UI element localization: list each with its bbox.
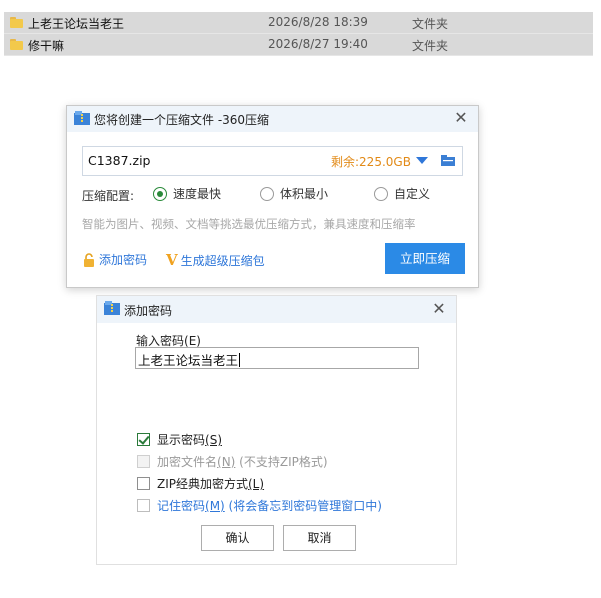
file-name: 修干嘛 (28, 39, 65, 53)
text-caret (239, 353, 241, 367)
archive-app-icon (104, 301, 120, 315)
checkbox-box[interactable] (137, 433, 150, 446)
radio-label: 体积最小 (280, 187, 329, 201)
confirm-button[interactable]: 确认 (201, 525, 274, 551)
compress-dialog-titlebar[interactable]: 您将创建一个压缩文件 -360压缩 ✕ (67, 106, 478, 132)
radio-smallest[interactable]: 体积最小 (260, 185, 328, 202)
folder-browse-icon[interactable] (441, 154, 455, 166)
file-list: 上老王论坛当老王 2026/8/28 18:39 文件夹 修干嘛 2026/8/… (4, 12, 593, 56)
super-compress-label[interactable]: 生成超级压缩包 (181, 252, 265, 269)
compress-now-button[interactable]: 立即压缩 (385, 243, 465, 274)
encrypt-filename-checkbox: 加密文件名(N) (不支持ZIP格式) (137, 453, 328, 470)
archive-filename[interactable]: C1387.zip (88, 153, 150, 168)
vip-icon: V (166, 251, 178, 269)
file-date: 2026/8/27 19:40 (268, 37, 368, 51)
folder-icon (10, 39, 23, 50)
radio-fastest[interactable]: 速度最快 (153, 185, 221, 202)
compress-hint: 智能为图片、视频、文档等挑选最优压缩方式，兼具速度和压缩率 (82, 217, 416, 231)
cancel-button[interactable]: 取消 (283, 525, 356, 551)
radio-label: 速度最快 (173, 187, 222, 201)
file-name: 上老王论坛当老王 (28, 17, 125, 31)
checkbox-label[interactable]: 记住密码(M) (将会备忘到密码管理窗口中) (157, 497, 382, 514)
free-space-label: 剩余:225.0GB (331, 155, 411, 169)
zip-classic-encryption-checkbox[interactable]: ZIP经典加密方式(L) (137, 475, 264, 492)
close-icon[interactable]: ✕ (452, 109, 470, 127)
checkbox-label: ZIP经典加密方式(L) (157, 477, 265, 491)
file-row[interactable]: 上老王论坛当老王 2026/8/28 18:39 文件夹 (4, 12, 593, 34)
checkbox-label: 加密文件名(N) (不支持ZIP格式) (157, 455, 328, 469)
checkbox-box (137, 455, 150, 468)
radio-label: 自定义 (394, 187, 431, 201)
radio-circle[interactable] (260, 186, 274, 201)
folder-icon (10, 17, 23, 28)
file-type: 文件夹 (412, 17, 449, 31)
close-icon[interactable]: ✕ (430, 300, 448, 318)
archive-app-icon (74, 111, 90, 125)
compress-dialog: 您将创建一个压缩文件 -360压缩 ✕ C1387.zip 剩余:225.0GB… (66, 105, 479, 288)
checkbox-box[interactable] (137, 477, 150, 490)
compress-dialog-title: 您将创建一个压缩文件 -360压缩 (94, 113, 270, 127)
password-value[interactable]: 上老王论坛当老王 (138, 350, 241, 369)
compress-config-label: 压缩配置: (82, 189, 135, 203)
radio-circle[interactable] (153, 186, 167, 201)
super-compress-link[interactable]: V 生成超级压缩包 (166, 251, 265, 269)
lock-icon (84, 252, 94, 267)
radio-custom[interactable]: 自定义 (374, 185, 430, 202)
file-date: 2026/8/28 18:39 (268, 15, 368, 29)
show-password-checkbox[interactable]: 显示密码(S) (137, 431, 222, 448)
password-dialog: 添加密码 ✕ 输入密码(E) 上老王论坛当老王 显示密码(S) 加密文件名(N)… (96, 295, 457, 565)
radio-circle[interactable] (374, 186, 388, 201)
file-row[interactable]: 修干嘛 2026/8/27 19:40 文件夹 (4, 34, 593, 56)
checkbox-label: 显示密码(S) (157, 433, 222, 447)
password-dialog-titlebar[interactable]: 添加密码 ✕ (97, 296, 456, 323)
archive-path-field[interactable]: C1387.zip 剩余:225.0GB (82, 146, 463, 176)
checkbox-box[interactable] (137, 499, 150, 512)
password-input[interactable]: 上老王论坛当老王 (135, 347, 419, 369)
file-type: 文件夹 (412, 39, 449, 53)
add-password-link[interactable]: 添加密码 (83, 251, 147, 268)
chevron-down-icon[interactable] (416, 157, 428, 164)
add-password-label[interactable]: 添加密码 (99, 251, 147, 268)
password-dialog-title: 添加密码 (124, 304, 173, 318)
remember-password-checkbox[interactable]: 记住密码(M) (将会备忘到密码管理窗口中) (137, 497, 382, 514)
